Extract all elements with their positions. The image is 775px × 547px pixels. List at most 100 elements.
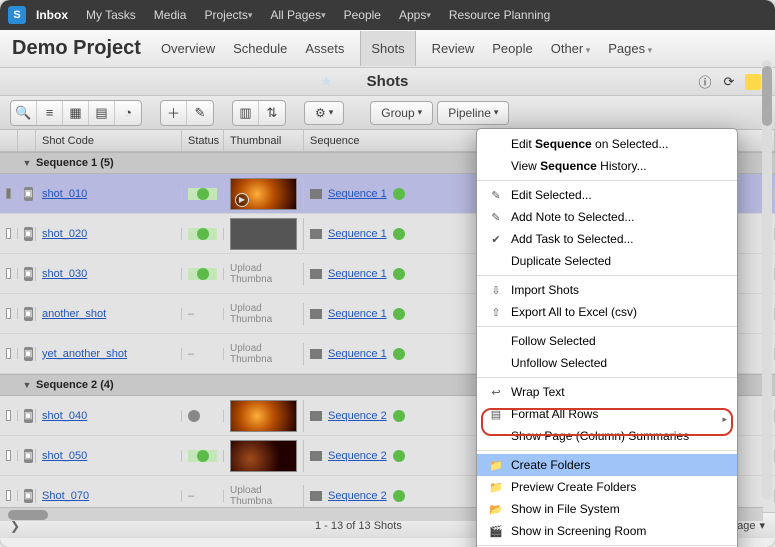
thumbnail-view-icon[interactable]: ▦ — [63, 101, 89, 125]
tab-people[interactable]: People — [490, 31, 534, 66]
menu-unfollow[interactable]: Unfollow Selected — [477, 352, 737, 374]
edit-button[interactable]: ✎ — [187, 101, 213, 125]
menu-show-summaries[interactable]: Show Page (Column) Summaries — [477, 425, 737, 447]
app-logo[interactable]: S — [8, 6, 26, 24]
shot-link[interactable]: shot_020 — [42, 228, 87, 240]
task-view-icon[interactable]: ◔ — [115, 101, 141, 125]
row-checkbox[interactable] — [6, 410, 11, 421]
sequence-link[interactable]: Sequence 2 — [328, 450, 387, 462]
col-status[interactable]: Status — [182, 130, 224, 151]
tab-schedule[interactable]: Schedule — [231, 31, 289, 66]
status-dot-icon[interactable] — [188, 410, 200, 422]
status-dot-icon — [393, 450, 405, 462]
help-note-icon[interactable] — [745, 74, 761, 90]
row-type-icon: ▣ — [24, 347, 33, 361]
nav-resource-planning[interactable]: Resource Planning — [449, 8, 550, 22]
tab-review[interactable]: Review — [430, 31, 477, 66]
menu-view-sequence-history[interactable]: View Sequence History... — [477, 155, 737, 177]
row-checkbox[interactable] — [6, 490, 11, 501]
sequence-link[interactable]: Sequence 1 — [328, 228, 387, 240]
detail-view-icon[interactable]: ▤ — [89, 101, 115, 125]
sequence-link[interactable]: Sequence 2 — [328, 410, 387, 422]
nav-media[interactable]: Media — [154, 8, 187, 22]
sequence-link[interactable]: Sequence 1 — [328, 308, 387, 320]
status-dot-icon[interactable] — [197, 268, 209, 280]
shot-link[interactable]: shot_010 — [42, 188, 87, 200]
shot-link[interactable]: Shot_070 — [42, 490, 89, 502]
more-group: ▥ ⇅ — [232, 100, 286, 126]
thumbnail[interactable] — [230, 440, 297, 472]
upload-thumbnail-link[interactable]: Upload Thumbna — [230, 485, 297, 507]
col-checkbox[interactable] — [0, 130, 18, 151]
shot-link[interactable]: another_shot — [42, 308, 106, 320]
menu-add-task[interactable]: ✔Add Task to Selected... — [477, 228, 737, 250]
info-icon[interactable]: ⓘ — [697, 74, 713, 90]
favorite-star-icon[interactable]: ★ — [320, 73, 333, 90]
row-checkbox[interactable] — [6, 348, 11, 359]
screen-icon: 🎬 — [489, 525, 503, 538]
menu-edit-sequence[interactable]: Edit Sequence on Selected... — [477, 133, 737, 155]
refresh-icon[interactable]: ⟳ — [721, 74, 737, 90]
sequence-link[interactable]: Sequence 1 — [328, 188, 387, 200]
menu-follow[interactable]: Follow Selected — [477, 330, 737, 352]
row-checkbox[interactable] — [6, 308, 11, 319]
add-button[interactable]: ＋ — [161, 101, 187, 125]
status-empty: – — [188, 348, 194, 360]
upload-thumbnail-link[interactable]: Upload Thumbna — [230, 343, 297, 365]
row-checkbox[interactable] — [6, 188, 11, 199]
sequence-link[interactable]: Sequence 1 — [328, 348, 387, 360]
upload-thumbnail-link[interactable]: Upload Thumbna — [230, 303, 297, 325]
status-dot-icon[interactable] — [197, 450, 209, 462]
row-checkbox[interactable] — [6, 228, 11, 239]
thumbnail[interactable] — [230, 400, 297, 432]
menu-format-rows[interactable]: ▤Format All Rows — [477, 403, 737, 425]
menu-duplicate[interactable]: Duplicate Selected — [477, 250, 737, 272]
sequence-link[interactable]: Sequence 1 — [328, 268, 387, 280]
nav-inbox[interactable]: Inbox — [36, 8, 68, 22]
menu-export-excel[interactable]: ⇧Export All to Excel (csv) — [477, 301, 737, 323]
nav-apps[interactable]: Apps — [399, 8, 431, 22]
search-icon[interactable]: 🔍 — [11, 101, 37, 125]
tab-assets[interactable]: Assets — [303, 31, 346, 66]
thumbnail[interactable] — [230, 218, 297, 250]
tab-other[interactable]: Other — [549, 31, 593, 66]
menu-show-in-file-system[interactable]: 📂Show in File System — [477, 498, 737, 520]
group-button[interactable]: Group — [370, 101, 433, 125]
status-dot-icon[interactable] — [197, 188, 209, 200]
menu-preview-create-folders[interactable]: 📁Preview Create Folders — [477, 476, 737, 498]
shot-link[interactable]: shot_050 — [42, 450, 87, 462]
nav-all-pages[interactable]: All Pages — [270, 8, 325, 22]
tab-pages[interactable]: Pages — [606, 31, 654, 66]
play-icon[interactable]: ▶ — [235, 193, 249, 207]
tab-overview[interactable]: Overview — [159, 31, 217, 66]
thumbnail[interactable]: ▶ — [230, 178, 297, 210]
nav-people[interactable]: People — [344, 8, 381, 22]
shot-link[interactable]: yet_another_shot — [42, 348, 127, 360]
menu-show-in-screening-room[interactable]: 🎬Show in Screening Room — [477, 520, 737, 542]
row-checkbox[interactable] — [6, 450, 11, 461]
row-type-icon: ▣ — [24, 409, 33, 423]
menu-add-note[interactable]: ✎Add Note to Selected... — [477, 206, 737, 228]
shot-link[interactable]: shot_040 — [42, 410, 87, 422]
row-checkbox[interactable] — [6, 268, 11, 279]
nav-projects[interactable]: Projects — [204, 8, 252, 22]
tab-shots[interactable]: Shots — [360, 31, 415, 66]
menu-edit-selected[interactable]: ✎Edit Selected... — [477, 184, 737, 206]
menu-create-folders[interactable]: 📁Create Folders — [477, 454, 737, 476]
sort-button[interactable]: ⇅ — [259, 101, 285, 125]
status-dot-icon[interactable] — [197, 228, 209, 240]
fields-button[interactable]: ▥ — [233, 101, 259, 125]
nav-my-tasks[interactable]: My Tasks — [86, 8, 136, 22]
sequence-icon — [310, 269, 322, 279]
pipeline-button[interactable]: Pipeline — [437, 101, 509, 125]
gear-menu-button[interactable]: ⚙ — [304, 101, 344, 125]
sequence-link[interactable]: Sequence 2 — [328, 490, 387, 502]
col-shot-code[interactable]: Shot Code — [36, 130, 182, 151]
menu-wrap-text[interactable]: ↩Wrap Text — [477, 381, 737, 403]
upload-thumbnail-link[interactable]: Upload Thumbna — [230, 263, 297, 285]
col-thumbnail[interactable]: Thumbnail — [224, 130, 304, 151]
vertical-scrollbar[interactable] — [762, 60, 772, 500]
shot-link[interactable]: shot_030 — [42, 268, 87, 280]
menu-import-shots[interactable]: ⇩Import Shots — [477, 279, 737, 301]
list-view-icon[interactable]: ≡ — [37, 101, 63, 125]
